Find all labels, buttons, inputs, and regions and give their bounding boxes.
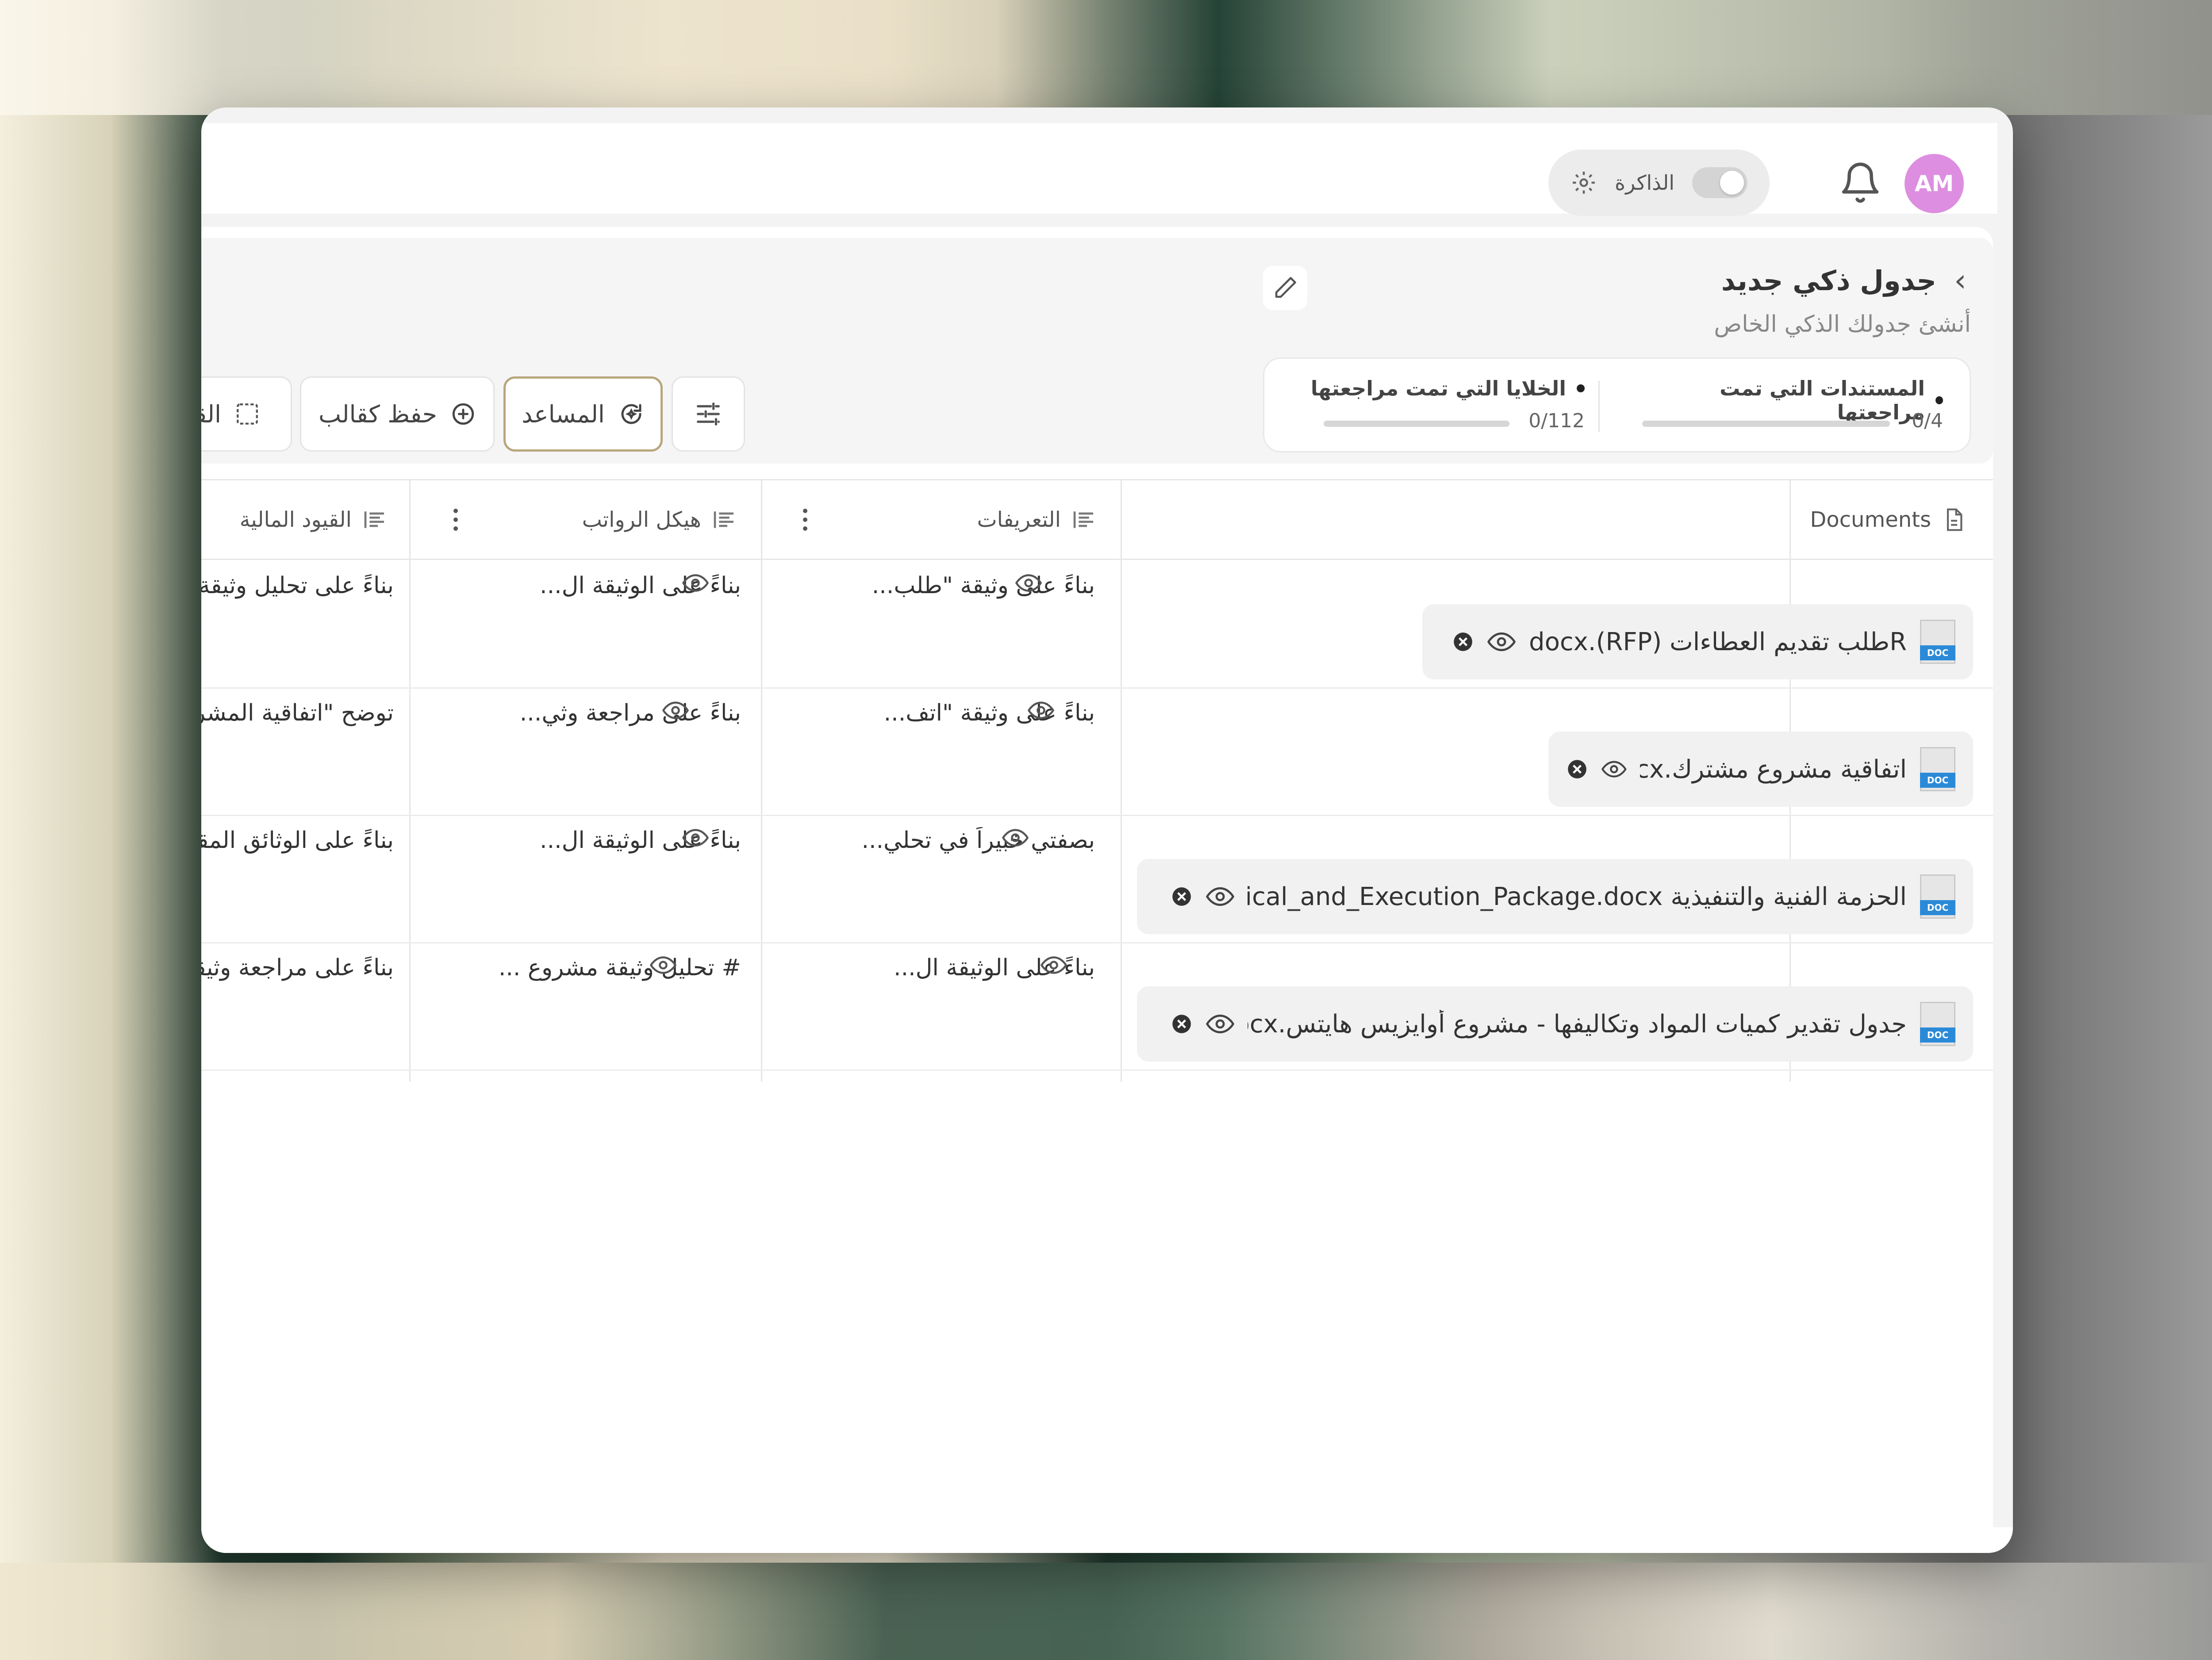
eye-icon[interactable]: [1206, 887, 1234, 906]
docx-file-icon: DOC: [1920, 874, 1955, 919]
cell-definitions[interactable]: بصفتي خبيراً في تحلي...: [785, 827, 1095, 854]
top-bar: AM الذاكرة: [201, 123, 1997, 216]
eye-icon[interactable]: [1601, 759, 1627, 779]
eye-icon[interactable]: [1001, 829, 1029, 847]
bullet-dot: [1936, 396, 1943, 404]
more-vertical-icon[interactable]: [801, 506, 810, 533]
chevron-right-icon[interactable]: ›: [1954, 262, 1966, 299]
eye-icon[interactable]: [681, 829, 710, 847]
settings-icon: [1572, 172, 1595, 194]
document-name: جدول تقدير كميات المواد وتكاليفها - مشرو…: [1248, 1009, 1907, 1039]
window-bottom-bar: [201, 1527, 2013, 1553]
text-align-icon: [364, 511, 384, 528]
cell-salary[interactable]: # تحليل وثيقة مشروع ...: [422, 955, 741, 981]
document-chip[interactable]: DOC الحزمة الفنية والتنفيذية Technical_a…: [1137, 859, 1973, 934]
text-align-icon: [1073, 511, 1093, 528]
row-divider: [201, 942, 1993, 943]
progress-bar: [1642, 421, 1890, 427]
bell-icon[interactable]: [1838, 161, 1882, 205]
cell-financial[interactable]: بناءً على تحليل وثيقة: [201, 572, 394, 599]
eye-icon[interactable]: [1040, 956, 1068, 974]
assistant-button[interactable]: المساعد: [503, 376, 663, 452]
more-vertical-icon[interactable]: [451, 506, 460, 533]
progress-bar: [1324, 421, 1509, 427]
row-divider: [201, 687, 1993, 689]
column-header-salary[interactable]: هيكل الرواتب: [409, 480, 761, 560]
save-template-button[interactable]: حفظ كقالب: [300, 376, 495, 452]
avatar[interactable]: AM: [1905, 154, 1964, 213]
column-header-label: هيكل الرواتب: [582, 507, 701, 532]
assistant-label: المساعد: [522, 400, 605, 428]
column-header-label: القيود المالية: [239, 507, 352, 532]
cell-financial[interactable]: بناءً على مراجعة وثيقة: [201, 955, 394, 981]
stat-value: 0/112: [1528, 410, 1585, 432]
stat-divider: [1598, 381, 1600, 432]
eye-icon[interactable]: [1027, 702, 1055, 719]
row-divider: [201, 815, 1993, 816]
column-divider: [761, 480, 762, 1082]
app-window: AM الذاكرة › جدول ذكي جديد أنشئ جدولك ال…: [201, 107, 2013, 1553]
docx-file-icon: DOC: [1920, 620, 1955, 664]
page-subtitle: أنشئ جدولك الذكي الخاص: [1714, 311, 1971, 337]
column-divider: [1121, 480, 1122, 1082]
stat-value: 0/4: [1912, 410, 1943, 432]
smart-table: Documents التعريفات هيكل الرواتب القيود …: [201, 479, 1993, 1082]
column-header-documents[interactable]: Documents: [1121, 480, 1993, 560]
cell-salary[interactable]: بناءً على مراجعة وثي...: [422, 700, 741, 726]
document-chip[interactable]: DOC اتفاقية مشروع مشترك.docx: [1548, 732, 1973, 807]
filter-settings-button[interactable]: [672, 376, 745, 452]
title-row: › جدول ذكي جديد: [1721, 262, 1966, 299]
column-header-label: Documents: [1810, 507, 1931, 532]
text-align-icon: [714, 511, 733, 528]
row-divider: [201, 1070, 1993, 1071]
close-circle-icon[interactable]: [1171, 1013, 1193, 1035]
column-header-financial[interactable]: القيود المالية: [201, 480, 409, 560]
close-circle-icon[interactable]: [1452, 631, 1474, 653]
document-name: الحزمة الفنية والتنفيذية Technical_and_E…: [1248, 882, 1907, 911]
limits-button[interactable]: القيود: [201, 376, 292, 452]
memory-toggle-switch[interactable]: [1692, 167, 1747, 198]
eye-icon[interactable]: [661, 702, 690, 719]
eye-icon[interactable]: [649, 956, 677, 974]
document-chip[interactable]: DOC جدول تقدير كميات المواد وتكاليفها - …: [1137, 986, 1973, 1062]
document-chip[interactable]: DOC Rطلب تقديم العطاءات (RFP).docx: [1422, 604, 1973, 679]
edit-title-button[interactable]: [1263, 266, 1307, 310]
eye-icon[interactable]: [681, 574, 710, 592]
file-icon: [1947, 508, 1962, 531]
cell-financial[interactable]: بناءً على الوثائق المقدمة: [201, 827, 394, 854]
main-content: › جدول ذكي جديد أنشئ جدولك الذكي الخاص ا…: [201, 227, 1993, 1549]
docx-file-icon: DOC: [1920, 747, 1955, 791]
cell-financial[interactable]: توضح "اتفاقية المشروع: [201, 700, 394, 726]
eye-icon[interactable]: [1487, 632, 1516, 652]
docx-file-icon: DOC: [1920, 1002, 1955, 1046]
page-title: جدول ذكي جديد: [1721, 264, 1936, 297]
column-header-label: التعريفات: [977, 507, 1061, 532]
bullet-dot: [1577, 384, 1585, 392]
cell-definitions[interactable]: بناءً على وثيقة "طلب...: [785, 572, 1095, 599]
column-header-definitions[interactable]: التعريفات: [761, 480, 1121, 560]
review-stats-card: المستندات التي تمت مراجعتها 0/4 الخلايا …: [1263, 357, 1971, 452]
memory-toggle-pill[interactable]: الذاكرة: [1548, 150, 1770, 216]
close-circle-icon[interactable]: [1171, 886, 1193, 908]
sparkle-refresh-icon: [621, 404, 641, 424]
document-name: Rطلب تقديم العطاءات (RFP).docx: [1529, 627, 1907, 656]
eye-icon[interactable]: [1014, 574, 1043, 592]
document-name: اتفاقية مشروع مشترك.docx: [1640, 755, 1907, 784]
save-template-label: حفظ كقالب: [318, 400, 438, 428]
memory-label: الذاكرة: [1614, 171, 1675, 195]
eye-icon[interactable]: [1206, 1014, 1234, 1034]
stat-cells-reviewed: الخلايا التي تمت مراجعتها 0/112: [1297, 359, 1585, 454]
column-divider: [409, 480, 411, 1082]
close-circle-icon[interactable]: [1566, 758, 1588, 780]
stat-label: المستندات التي تمت مراجعتها: [1720, 376, 1925, 424]
stat-documents-reviewed: المستندات التي تمت مراجعتها 0/4: [1642, 359, 1943, 454]
table-header-panel: › جدول ذكي جديد أنشئ جدولك الذكي الخاص ا…: [201, 238, 1993, 464]
pencil-icon: [1275, 277, 1296, 298]
limits-label: القيود: [201, 400, 222, 428]
sliders-icon: [697, 403, 720, 426]
stat-label: الخلايا التي تمت مراجعتها: [1310, 376, 1566, 400]
select-dashed-icon: [237, 403, 258, 425]
save-plus-icon: [452, 403, 474, 425]
